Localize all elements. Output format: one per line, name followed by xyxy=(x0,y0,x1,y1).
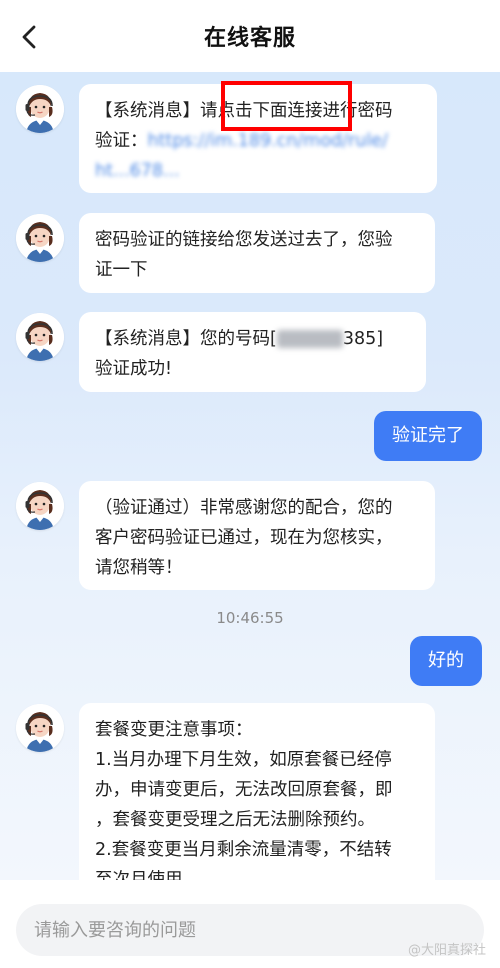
agent-avatar-icon xyxy=(16,482,64,530)
header: 在线客服 xyxy=(0,0,500,72)
agent-avatar xyxy=(16,85,64,133)
message-text: 1.当月办理下月生效，如原套餐已经停 xyxy=(95,750,392,770)
agent-message: （验证通过）非常感谢您的配合，您的 客户密码验证已通过，现在为您核实， 请您稍等… xyxy=(79,481,435,590)
message-text: 【系统消息】您的号码[ xyxy=(95,329,277,349)
agent-avatar-icon xyxy=(16,85,64,133)
verification-link[interactable]: ht...678... xyxy=(95,156,421,186)
user-message: 验证完了 xyxy=(374,411,482,461)
message-text: 至次月使用 xyxy=(95,870,183,880)
verification-link[interactable]: https://im.189.cn/mod/rule/ xyxy=(148,131,388,151)
agent-avatar-icon xyxy=(16,704,64,752)
input-bar: @大阳真探社 xyxy=(0,880,500,968)
message-text: 办，申请变更后，无法改回原套餐，即 xyxy=(95,780,393,800)
message-text: 385] xyxy=(342,329,384,349)
agent-avatar-icon xyxy=(16,214,64,262)
user-message: 好的 xyxy=(410,636,482,686)
message-text: 证一下 xyxy=(95,260,148,280)
agent-message: 套餐变更注意事项： 1.当月办理下月生效，如原套餐已经停 办，申请变更后，无法改… xyxy=(79,703,435,880)
highlight-box xyxy=(221,81,352,131)
message-text: 密码验证的链接给您发送过去了，您验 xyxy=(95,230,393,250)
agent-message: 密码验证的链接给您发送过去了，您验 证一下 xyxy=(79,213,435,293)
watermark: @大阳真探社 xyxy=(407,943,486,958)
message-timestamp: 10:46:55 xyxy=(216,609,284,627)
agent-avatar xyxy=(16,214,64,262)
agent-avatar xyxy=(16,313,64,361)
message-text: 验证： xyxy=(95,131,148,151)
page-title: 在线客服 xyxy=(203,26,296,51)
message-text: 请您稍等！ xyxy=(95,558,183,578)
message-text: 客户密码验证已通过，现在为您核实， xyxy=(95,528,393,548)
redacted-number xyxy=(276,330,343,348)
back-arrow-icon xyxy=(22,25,36,49)
agent-avatar xyxy=(16,704,64,752)
back-button[interactable] xyxy=(14,22,44,52)
message-text: 2.套餐变更当月剩余流量清零，不结转 xyxy=(95,840,392,860)
message-text: （验证通过）非常感谢您的配合，您的 xyxy=(95,498,393,518)
agent-message: 【系统消息】您的号码[ 385] 验证成功! xyxy=(79,312,426,392)
chat-area[interactable]: 【系统消息】请点击下面连接进行密码 验证：https://im.189.cn/m… xyxy=(0,72,500,880)
message-text: 套餐变更注意事项： xyxy=(95,720,253,740)
agent-avatar xyxy=(16,482,64,530)
message-text: ，套餐变更受理之后无法删除预约。 xyxy=(95,810,375,830)
agent-avatar-icon xyxy=(16,313,64,361)
message-text: 验证成功! xyxy=(95,359,173,379)
